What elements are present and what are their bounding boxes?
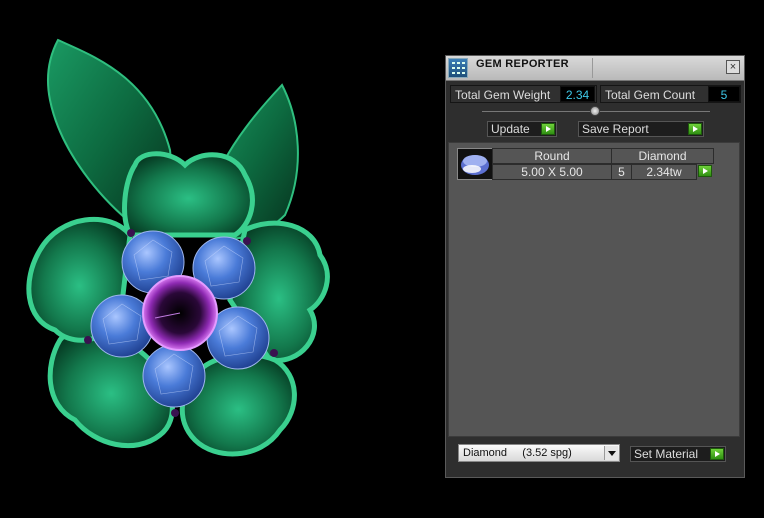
dropdown-arrow-icon[interactable] <box>604 446 618 460</box>
total-gem-weight-value: 2.34 <box>560 86 595 102</box>
close-icon[interactable]: × <box>726 60 740 74</box>
panel-title: GEM REPORTER <box>476 58 569 70</box>
go-arrow-icon <box>698 165 712 177</box>
material-select-value: Diamond (3.52 spg) <box>463 447 572 459</box>
panel-titlebar[interactable]: GEM REPORTER × <box>446 56 744 81</box>
gem-reporter-app-icon <box>448 58 468 78</box>
gem-list: Round Diamond 5.00 X 5.00 5 2.34tw <box>448 142 740 437</box>
go-arrow-icon <box>710 448 724 460</box>
gem-size-cell: 5.00 X 5.00 <box>492 164 612 180</box>
set-material-label: Set Material <box>634 447 699 461</box>
update-label: Update <box>491 122 530 136</box>
gem-weight-cell: 2.34tw <box>631 164 697 180</box>
update-button[interactable]: Update <box>487 121 557 137</box>
round-gem-thumbnail-icon[interactable] <box>457 148 493 180</box>
flower-ring-model[interactable] <box>0 0 440 513</box>
set-material-button[interactable]: Set Material <box>630 446 726 462</box>
gem-reporter-panel: GEM REPORTER × Total Gem Weight 2.34 Tot… <box>445 55 745 478</box>
splitter-handle[interactable] <box>590 106 600 116</box>
total-gem-count-value: 5 <box>708 86 740 102</box>
gem-material-cell: Diamond <box>611 148 714 164</box>
title-divider <box>592 58 593 78</box>
go-arrow-icon <box>688 123 702 135</box>
gem-count-cell: 5 <box>611 164 632 180</box>
go-arrow-icon <box>541 123 555 135</box>
save-report-label: Save Report <box>582 122 649 136</box>
3d-viewport[interactable] <box>0 0 440 513</box>
save-report-button[interactable]: Save Report <box>578 121 704 137</box>
petal-top <box>122 151 255 238</box>
gem-shape-cell: Round <box>492 148 612 164</box>
material-select[interactable]: Diamond (3.52 spg) <box>458 444 620 462</box>
gem-row-go-button[interactable] <box>696 164 714 180</box>
